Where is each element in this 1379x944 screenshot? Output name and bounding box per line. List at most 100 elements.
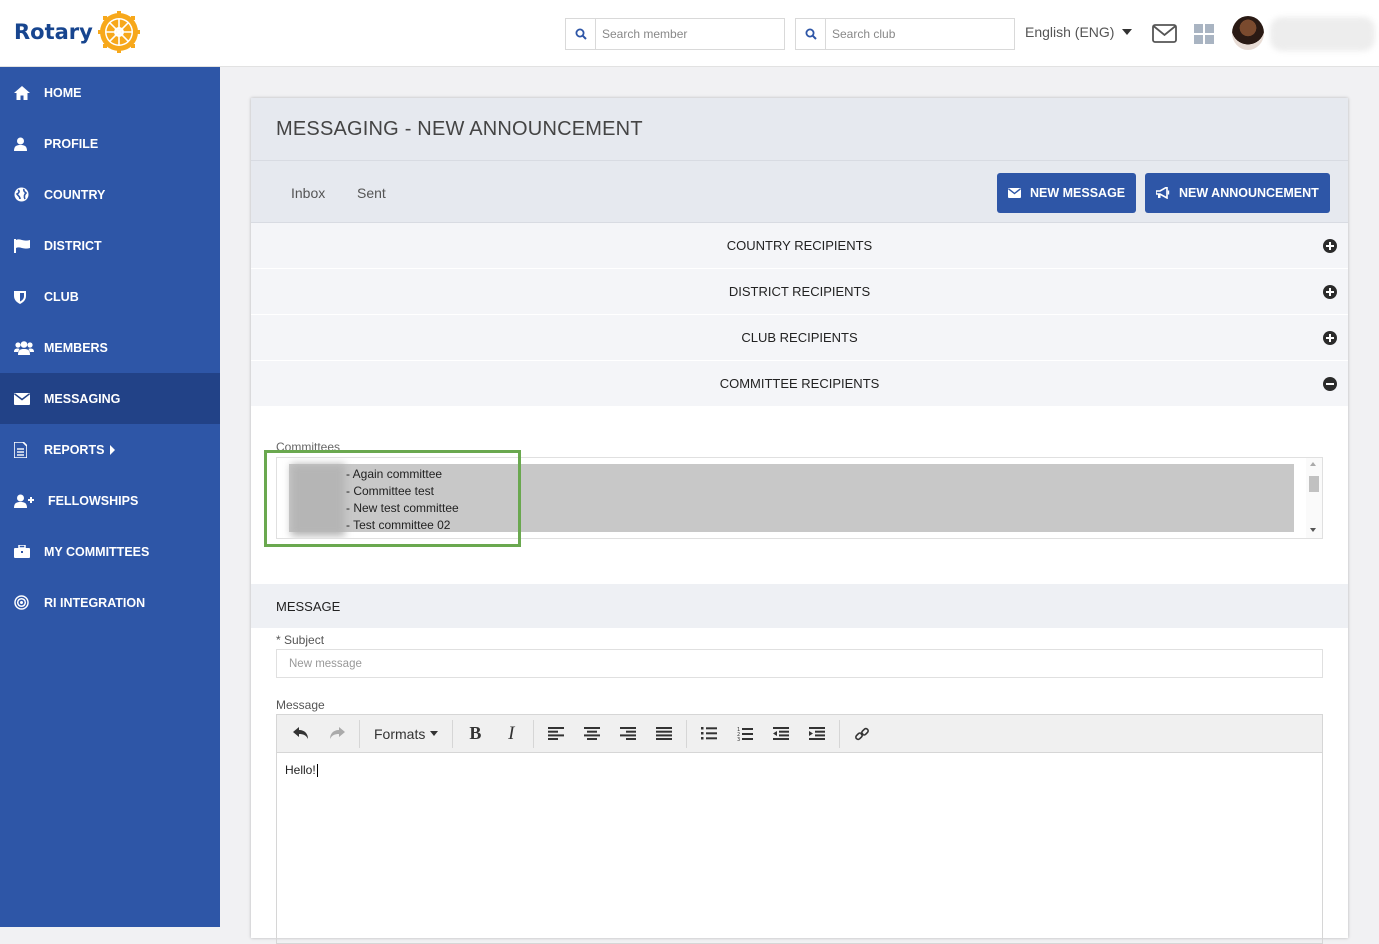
message-section-header: MESSAGE <box>251 584 1348 628</box>
sidebar-item-label: MEMBERS <box>44 340 108 355</box>
search-icon[interactable] <box>566 19 596 49</box>
align-left-icon[interactable] <box>538 719 574 749</box>
sidebar-item-my-committees[interactable]: MY COMMITTEES <box>0 526 220 577</box>
rotary-logo[interactable]: Rotary <box>14 10 141 54</box>
sidebar-item-country[interactable]: COUNTRY <box>0 169 220 220</box>
sidebar-item-district[interactable]: DISTRICT <box>0 220 220 271</box>
sidebar-item-label: CLUB <box>44 289 79 304</box>
card-header: MESSAGING - NEW ANNOUNCEMENT <box>251 98 1348 161</box>
sidebar-item-label: RI INTEGRATION <box>44 595 146 610</box>
subject-field[interactable]: New message <box>276 649 1323 678</box>
expand-icon[interactable] <box>1323 331 1337 345</box>
user-icon <box>14 137 36 151</box>
subject-placeholder: New message <box>289 657 362 670</box>
highlight-box <box>264 450 521 547</box>
page-title: MESSAGING - NEW ANNOUNCEMENT <box>276 117 643 140</box>
message-section-title: MESSAGE <box>276 598 341 614</box>
search-member-input[interactable] <box>596 20 782 48</box>
redo-icon[interactable] <box>319 719 355 749</box>
logo-text: Rotary <box>14 20 93 44</box>
expand-icon[interactable] <box>1323 285 1337 299</box>
sidebar-item-label: PROFILE <box>44 136 99 151</box>
link-icon[interactable] <box>844 719 880 749</box>
envelope-icon <box>14 392 36 405</box>
envelope-icon <box>1008 188 1021 198</box>
sidebar-item-profile[interactable]: PROFILE <box>0 118 220 169</box>
indent-icon[interactable] <box>799 719 835 749</box>
apps-grid-icon[interactable] <box>1194 24 1214 44</box>
accordion-district-recipients[interactable]: DISTRICT RECIPIENTS <box>251 269 1348 315</box>
accordion-title: COMMITTEE RECIPIENTS <box>719 376 880 391</box>
accordion-title: DISTRICT RECIPIENTS <box>728 284 871 299</box>
avatar[interactable] <box>1232 16 1264 50</box>
sidebar-item-label: HOME <box>44 85 82 100</box>
sidebar-item-ri-integration[interactable]: RI INTEGRATION <box>0 577 220 628</box>
formats-dropdown[interactable]: Formats <box>364 726 448 742</box>
messaging-card: MESSAGING - NEW ANNOUNCEMENT Inbox Sent … <box>251 98 1348 944</box>
sidebar-item-members[interactable]: MEMBERS <box>0 322 220 373</box>
scrollbar[interactable] <box>1306 458 1322 538</box>
collapse-icon[interactable] <box>1323 377 1337 391</box>
editor-content[interactable]: Hello! <box>277 753 1322 787</box>
align-justify-icon[interactable] <box>646 719 682 749</box>
briefcase-icon <box>14 545 36 558</box>
sidebar-item-club[interactable]: CLUB <box>0 271 220 322</box>
flag-icon <box>14 238 36 253</box>
sidebar-item-messaging[interactable]: MESSAGING <box>0 373 220 424</box>
italic-icon[interactable]: I <box>493 719 529 749</box>
sidebar-item-label: FELLOWSHIPS <box>48 493 139 508</box>
outdent-icon[interactable] <box>763 719 799 749</box>
chevron-right-icon <box>110 444 116 455</box>
document-icon <box>14 441 36 458</box>
expand-icon[interactable] <box>1323 239 1337 253</box>
sidebar-item-reports[interactable]: REPORTS <box>0 424 220 475</box>
user-plus-icon <box>14 494 40 508</box>
megaphone-icon <box>1156 187 1170 199</box>
scroll-down-icon[interactable] <box>1310 528 1316 532</box>
toolbar-divider <box>533 719 535 748</box>
numbered-list-icon[interactable]: 123 <box>727 719 763 749</box>
sidebar-item-label: DISTRICT <box>44 238 102 253</box>
sidebar-item-fellowships[interactable]: FELLOWSHIPS <box>0 475 220 526</box>
sidebar-item-home[interactable]: HOME <box>0 67 220 118</box>
mail-icon[interactable] <box>1152 24 1177 43</box>
editor-toolbar: Formats B I 123 <box>277 715 1322 753</box>
user-name-blurred[interactable] <box>1270 17 1375 51</box>
scroll-thumb[interactable] <box>1309 476 1319 492</box>
sidebar-item-label: REPORTS <box>44 442 105 457</box>
formats-label: Formats <box>374 725 426 742</box>
tab-inbox[interactable]: Inbox <box>291 185 325 201</box>
align-center-icon[interactable] <box>574 719 610 749</box>
svg-text:3: 3 <box>737 737 740 741</box>
message-label: Message <box>276 698 325 712</box>
toolbar-divider <box>359 719 360 748</box>
toolbar-divider <box>452 719 454 748</box>
bullet-list-icon[interactable] <box>691 719 727 749</box>
search-icon[interactable] <box>796 19 826 49</box>
home-icon <box>14 85 36 100</box>
chevron-down-icon <box>430 731 439 736</box>
accordion-title: COUNTRY RECIPIENTS <box>726 238 873 253</box>
search-member-box <box>565 18 785 50</box>
tab-sent[interactable]: Sent <box>357 185 386 201</box>
top-bar: Rotary Search member Search club English… <box>0 0 1379 67</box>
rich-text-editor: Formats B I 123 Hello! <box>276 714 1323 944</box>
users-icon <box>14 340 36 355</box>
bold-icon[interactable]: B <box>457 719 493 749</box>
editor-body-text: Hello! <box>285 763 316 777</box>
align-right-icon[interactable] <box>610 719 646 749</box>
accordion-country-recipients[interactable]: COUNTRY RECIPIENTS <box>251 223 1348 269</box>
chevron-down-icon <box>1122 29 1133 35</box>
new-message-button[interactable]: NEW MESSAGE <box>997 173 1137 213</box>
accordion-committee-recipients[interactable]: COMMITTEE RECIPIENTS <box>251 361 1348 407</box>
rotary-wheel-icon <box>97 11 140 53</box>
toolbar-divider <box>839 719 841 748</box>
language-selector[interactable]: English (ENG) <box>1025 24 1133 40</box>
search-club-input[interactable] <box>826 20 1012 48</box>
accordion-club-recipients[interactable]: CLUB RECIPIENTS <box>251 315 1348 361</box>
new-announcement-button[interactable]: NEW ANNOUNCEMENT <box>1145 173 1330 213</box>
globe-icon <box>14 187 36 202</box>
sidebar-item-label: MESSAGING <box>44 391 121 406</box>
undo-icon[interactable] <box>283 719 319 749</box>
scroll-up-icon[interactable] <box>1310 462 1316 466</box>
